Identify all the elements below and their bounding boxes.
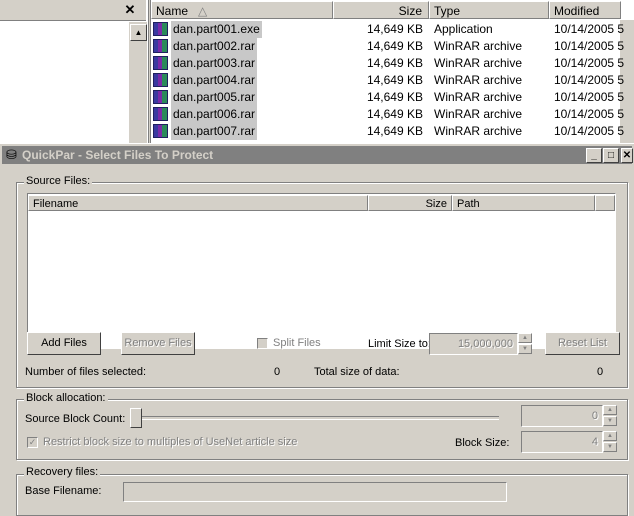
file-name: dan.part005.rar <box>171 89 258 106</box>
file-type: WinRAR archive <box>434 39 523 53</box>
total-size-label: Total size of data: <box>314 366 400 378</box>
file-modified: 10/14/2005 5 <box>554 22 625 36</box>
folder-tree-pane[interactable] <box>0 0 149 145</box>
block-size-input[interactable]: 4 <box>521 431 603 453</box>
file-modified: 10/14/2005 5 <box>554 56 625 70</box>
file-type: WinRAR archive <box>434 56 523 70</box>
base-filename-label: Base Filename: <box>25 485 102 497</box>
close-icon[interactable]: ✕ <box>122 2 138 18</box>
file-row[interactable]: dan.part001.exe 14,649 KB Application 10/14… <box>150 21 634 38</box>
limit-size-up[interactable]: ▲ <box>518 333 532 343</box>
file-name: dan.part006.rar <box>171 106 258 123</box>
file-size: 14,649 KB <box>366 73 423 87</box>
split-files-label: Split Files <box>273 337 321 349</box>
quickpar-icon: ⛁ <box>6 147 17 162</box>
column-blank <box>595 195 615 211</box>
recovery-files-label: Recovery files: <box>24 466 101 478</box>
winrar-archive-icon <box>153 56 168 70</box>
file-type: WinRAR archive <box>434 73 523 87</box>
files-selected-label: Number of files selected: <box>25 366 147 378</box>
winrar-archive-icon <box>153 39 168 53</box>
remove-files-button[interactable]: Remove Files <box>121 332 195 355</box>
slider-thumb[interactable] <box>130 408 142 428</box>
file-type: WinRAR archive <box>434 90 523 104</box>
winrar-archive-icon <box>153 90 168 104</box>
winrar-archive-icon <box>153 107 168 121</box>
column-filename[interactable]: Filename <box>28 195 368 211</box>
column-header-size[interactable]: Size <box>333 1 429 19</box>
file-name: dan.part007.rar <box>171 123 258 140</box>
file-row[interactable]: dan.part003.rar 14,649 KB WinRAR archive 10… <box>150 55 634 72</box>
file-modified: 10/14/2005 5 <box>554 39 625 53</box>
file-size: 14,649 KB <box>366 39 423 53</box>
application-icon <box>153 22 168 36</box>
source-block-count-label: Source Block Count: <box>25 413 126 425</box>
file-row[interactable]: dan.part006.rar 14,649 KB WinRAR archive 10… <box>150 106 634 123</box>
column-header-name[interactable]: Name △ <box>151 1 333 19</box>
folder-pane-scrollbar[interactable]: ▲ <box>128 22 147 145</box>
file-name: dan.part004.rar <box>171 72 258 89</box>
split-files-checkbox[interactable] <box>257 338 268 349</box>
scroll-up-icon[interactable]: ▲ <box>130 24 147 41</box>
file-name: dan.part002.rar <box>171 38 258 55</box>
file-type: WinRAR archive <box>434 107 523 121</box>
file-type: Application <box>434 22 493 36</box>
winrar-archive-icon <box>153 124 168 138</box>
minimize-button[interactable]: _ <box>586 148 602 163</box>
limit-size-input[interactable]: 15,000,000 <box>429 333 518 355</box>
block-count-down[interactable]: ▼ <box>603 416 617 426</box>
files-selected-value: 0 <box>274 366 281 378</box>
block-size-down[interactable]: ▼ <box>603 442 617 452</box>
file-type: WinRAR archive <box>434 124 523 138</box>
block-size-up[interactable]: ▲ <box>603 431 617 441</box>
add-files-button[interactable]: Add Files <box>27 332 101 355</box>
reset-list-button[interactable]: Reset List <box>545 332 620 355</box>
file-modified: 10/14/2005 5 <box>554 124 625 138</box>
winrar-archive-icon <box>153 73 168 87</box>
limit-size-down[interactable]: ▼ <box>518 344 532 354</box>
file-row[interactable]: dan.part005.rar 14,649 KB WinRAR archive 10… <box>150 89 634 106</box>
file-size: 14,649 KB <box>366 56 423 70</box>
file-size: 14,649 KB <box>366 124 423 138</box>
file-size: 14,649 KB <box>366 90 423 104</box>
file-row[interactable]: dan.part007.rar 14,649 KB WinRAR archive 10… <box>150 123 634 140</box>
column-header-type[interactable]: Type <box>429 1 549 19</box>
title-bar[interactable]: ⛁ QuickPar - Select Files To Protect _ □… <box>2 146 633 164</box>
close-button[interactable]: ✕ <box>621 148 633 163</box>
file-modified: 10/14/2005 5 <box>554 90 625 104</box>
total-size-value: 0 <box>597 366 604 378</box>
file-modified: 10/14/2005 5 <box>554 73 625 87</box>
restrict-block-size-checkbox[interactable]: ✓ <box>27 437 38 448</box>
file-modified: 10/14/2005 5 <box>554 107 625 121</box>
restrict-block-size-label: Restrict block size to multiples of UseN… <box>43 436 298 448</box>
source-files-list[interactable]: Filename Size Path <box>27 193 616 349</box>
file-name: dan.part001.exe <box>171 21 262 38</box>
window-title: QuickPar - Select Files To Protect <box>22 148 214 162</box>
limit-size-label: Limit Size to: <box>368 338 431 350</box>
quickpar-dialog: ⛁ QuickPar - Select Files To Protect _ □… <box>0 143 634 516</box>
block-count-up[interactable]: ▲ <box>603 405 617 415</box>
column-size[interactable]: Size <box>368 195 452 211</box>
source-files-label: Source Files: <box>24 175 93 187</box>
file-size: 14,649 KB <box>366 22 423 36</box>
column-path[interactable]: Path <box>452 195 595 211</box>
block-size-label: Block Size: <box>455 437 510 449</box>
file-row[interactable]: dan.part002.rar 14,649 KB WinRAR archive 10… <box>150 38 634 55</box>
maximize-button[interactable]: □ <box>603 148 619 163</box>
file-size: 14,649 KB <box>366 107 423 121</box>
block-allocation-label: Block allocation: <box>24 392 108 404</box>
file-row[interactable]: dan.part004.rar 14,649 KB WinRAR archive 10… <box>150 72 634 89</box>
sort-ascending-icon: △ <box>198 4 208 18</box>
base-filename-input[interactable] <box>123 482 507 502</box>
column-header-modified[interactable]: Modified <box>549 1 621 19</box>
file-name: dan.part003.rar <box>171 55 258 72</box>
source-block-count-input[interactable]: 0 <box>521 405 603 427</box>
slider-track[interactable] <box>135 416 499 420</box>
